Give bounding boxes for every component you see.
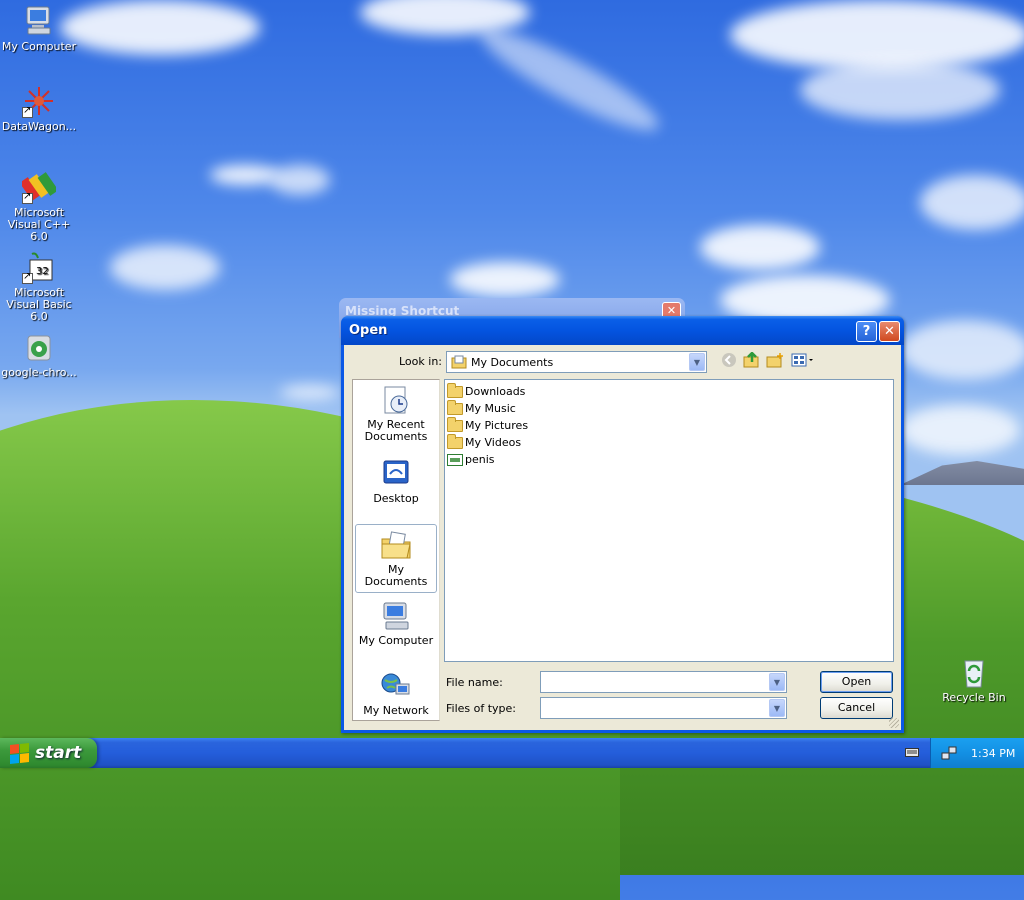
shortcut-arrow-icon (22, 271, 33, 284)
desktop-icon-visual-basic[interactable]: 32 Microsoft Visual Basic 6.0 (0, 250, 78, 323)
place-my-computer[interactable]: My Computer (355, 600, 437, 647)
recycle-bin-icon (957, 655, 991, 689)
desktop-icon-recycle-bin[interactable]: Recycle Bin (935, 655, 1013, 704)
cancel-button[interactable]: Cancel (820, 697, 893, 719)
file-name-field[interactable]: ▼ (540, 671, 787, 693)
file-name: penis (465, 453, 495, 466)
my-computer-icon (380, 600, 412, 632)
desktop-icon-label: Microsoft Visual C++ 6.0 (7, 206, 71, 243)
view-menu-button[interactable] (790, 352, 816, 372)
place-my-network[interactable]: My Network (355, 670, 437, 717)
chevron-down-icon[interactable]: ▼ (769, 673, 785, 691)
folder-icon (447, 382, 463, 398)
place-label: My Recent Documents (364, 418, 428, 443)
list-item-folder[interactable]: Downloads (447, 382, 526, 400)
shortcut-arrow-icon (22, 105, 33, 118)
windows-logo-icon (10, 742, 29, 764)
start-button[interactable]: start (0, 738, 97, 768)
desktop-icon-label: My Computer (1, 40, 77, 53)
desktop-icon-datawagon[interactable]: DataWagon... (0, 84, 78, 133)
back-arrow-icon (722, 353, 736, 367)
shortcut-arrow-icon (22, 191, 33, 204)
dialog-titlebar[interactable]: Open ? ✕ (341, 316, 904, 345)
new-folder-icon (766, 353, 783, 368)
system-tray: 1:34 PM (930, 738, 1024, 768)
desktop-icon-label: Recycle Bin (942, 691, 1006, 704)
chevron-down-icon[interactable]: ▼ (689, 353, 705, 371)
place-desktop[interactable]: Desktop (355, 458, 437, 505)
chevron-down-icon[interactable]: ▼ (769, 699, 785, 717)
up-one-level-button[interactable] (742, 351, 762, 372)
recent-documents-icon (380, 384, 412, 416)
my-computer-icon (22, 4, 56, 38)
keyboard-icon[interactable] (905, 746, 919, 758)
place-my-recent-documents[interactable]: My Recent Documents (355, 384, 437, 443)
back-button[interactable] (719, 352, 739, 372)
dialog-title: Open (349, 323, 388, 338)
start-label: start (35, 743, 82, 763)
clock[interactable]: 1:34 PM (971, 747, 1015, 760)
desktop-icon-label: google-chro... (1, 366, 77, 379)
resize-grip[interactable] (889, 718, 899, 728)
file-name: Downloads (465, 385, 526, 398)
file-name: My Videos (465, 436, 522, 449)
desktop-icon-label: Microsoft Visual Basic 6.0 (6, 286, 72, 323)
views-grid-icon (791, 353, 813, 367)
place-label: Desktop (373, 492, 419, 505)
pictures-folder-icon (447, 416, 463, 432)
file-name-label: File name: (446, 676, 503, 689)
google-chrome-installer-icon (22, 330, 56, 364)
close-button[interactable]: ✕ (879, 321, 900, 342)
dialog-body: Look in: My Documents ▼ My Recent Docume… (344, 345, 901, 730)
list-item-folder[interactable]: My Pictures (447, 416, 529, 434)
desktop-icon-my-computer[interactable]: My Computer (0, 4, 78, 53)
places-bar: My Recent Documents Desktop My Documents… (352, 379, 440, 721)
file-list[interactable]: Downloads My Music My Pictures My Videos… (444, 379, 894, 662)
desktop-icon-google-chrome[interactable]: google-chro... (0, 330, 78, 379)
open-button[interactable]: Open (820, 671, 893, 693)
desktop-icon (380, 458, 412, 490)
my-documents-icon (380, 529, 412, 561)
files-of-type-dropdown[interactable]: ▼ (540, 697, 787, 719)
list-item-folder[interactable]: My Videos (447, 433, 522, 451)
taskbar: start 1:34 PM (0, 738, 1024, 768)
my-network-icon (380, 670, 412, 702)
file-name: My Music (465, 402, 516, 415)
desktop-icon-label: DataWagon... (1, 120, 77, 133)
place-my-documents[interactable]: My Documents (355, 524, 437, 593)
look-in-value: My Documents (471, 355, 554, 369)
desktop-icon-visual-cpp[interactable]: Microsoft Visual C++ 6.0 (0, 170, 78, 243)
visual-basic-icon: 32 (22, 250, 56, 284)
svg-text:32: 32 (36, 266, 49, 277)
place-label: My Computer (358, 634, 434, 647)
music-folder-icon (447, 399, 463, 415)
file-name: My Pictures (465, 419, 529, 432)
file-icon (447, 453, 463, 466)
look-in-dropdown[interactable]: My Documents ▼ (446, 351, 707, 373)
my-documents-icon (451, 355, 467, 369)
new-folder-button[interactable] (765, 352, 785, 372)
place-label: My Network (363, 704, 429, 717)
videos-folder-icon (447, 433, 463, 449)
help-button[interactable]: ? (856, 321, 877, 342)
files-of-type-label: Files of type: (446, 702, 517, 715)
look-in-label: Look in: (399, 355, 442, 368)
network-tray-icon[interactable] (941, 745, 957, 761)
visual-cpp-icon (19, 170, 59, 204)
open-dialog[interactable]: Open ? ✕ Look in: My Documents ▼ My Rece… (341, 316, 904, 733)
up-folder-icon (743, 351, 759, 368)
list-item-file[interactable]: penis (447, 451, 495, 468)
place-label: My Documents (364, 563, 428, 588)
datawagon-icon (22, 84, 56, 118)
list-item-folder[interactable]: My Music (447, 399, 516, 417)
